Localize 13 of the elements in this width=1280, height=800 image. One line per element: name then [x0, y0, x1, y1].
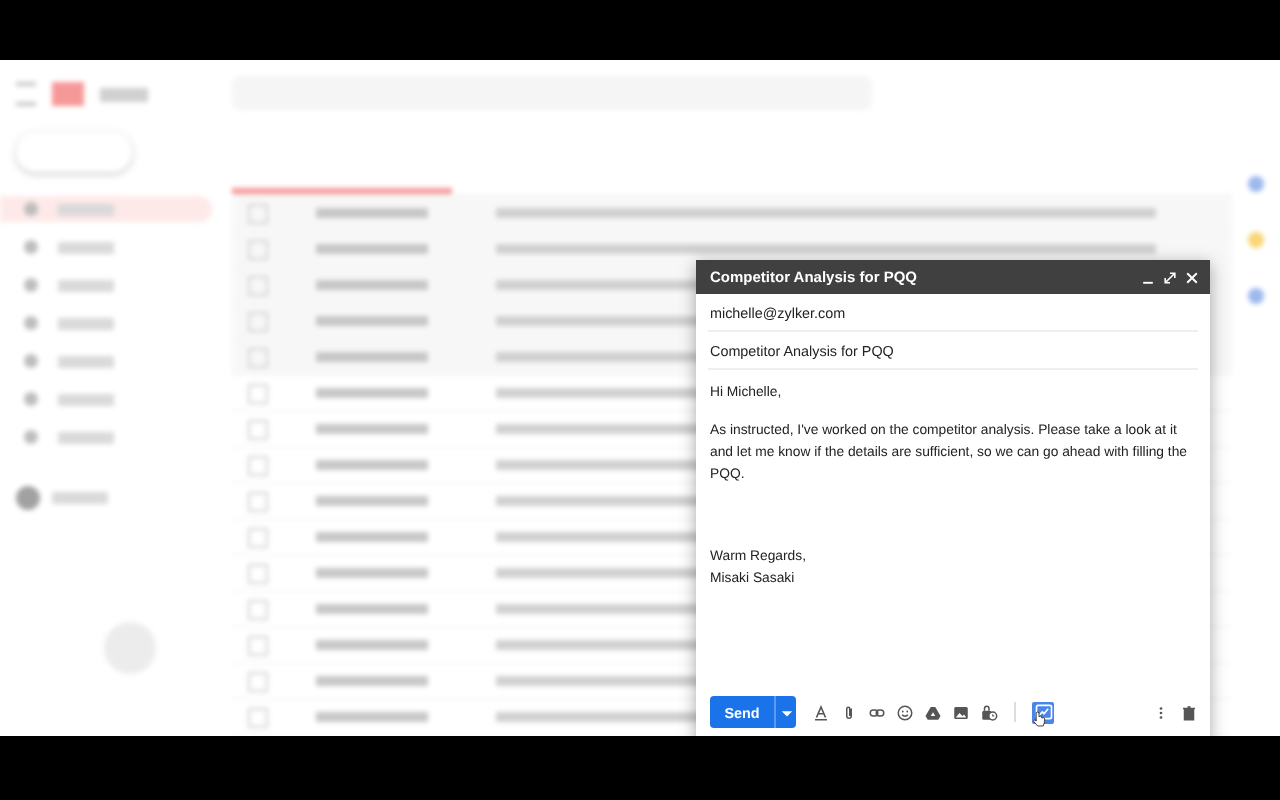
link-icon[interactable]	[868, 703, 886, 721]
fullscreen-icon[interactable]	[1162, 269, 1178, 285]
text-format-icon[interactable]	[812, 703, 830, 721]
attachment-icon[interactable]	[840, 703, 858, 721]
trash-icon[interactable]	[1180, 703, 1198, 721]
emoji-icon[interactable]	[896, 703, 914, 721]
photo-icon[interactable]	[952, 703, 970, 721]
hand-cursor-icon	[1032, 710, 1046, 728]
caret-icon[interactable]	[779, 705, 793, 719]
drive-icon[interactable]	[924, 703, 942, 721]
send-options-button[interactable]	[774, 696, 796, 728]
lock-clock-icon[interactable]	[980, 703, 998, 721]
close-icon[interactable]	[1184, 269, 1200, 285]
